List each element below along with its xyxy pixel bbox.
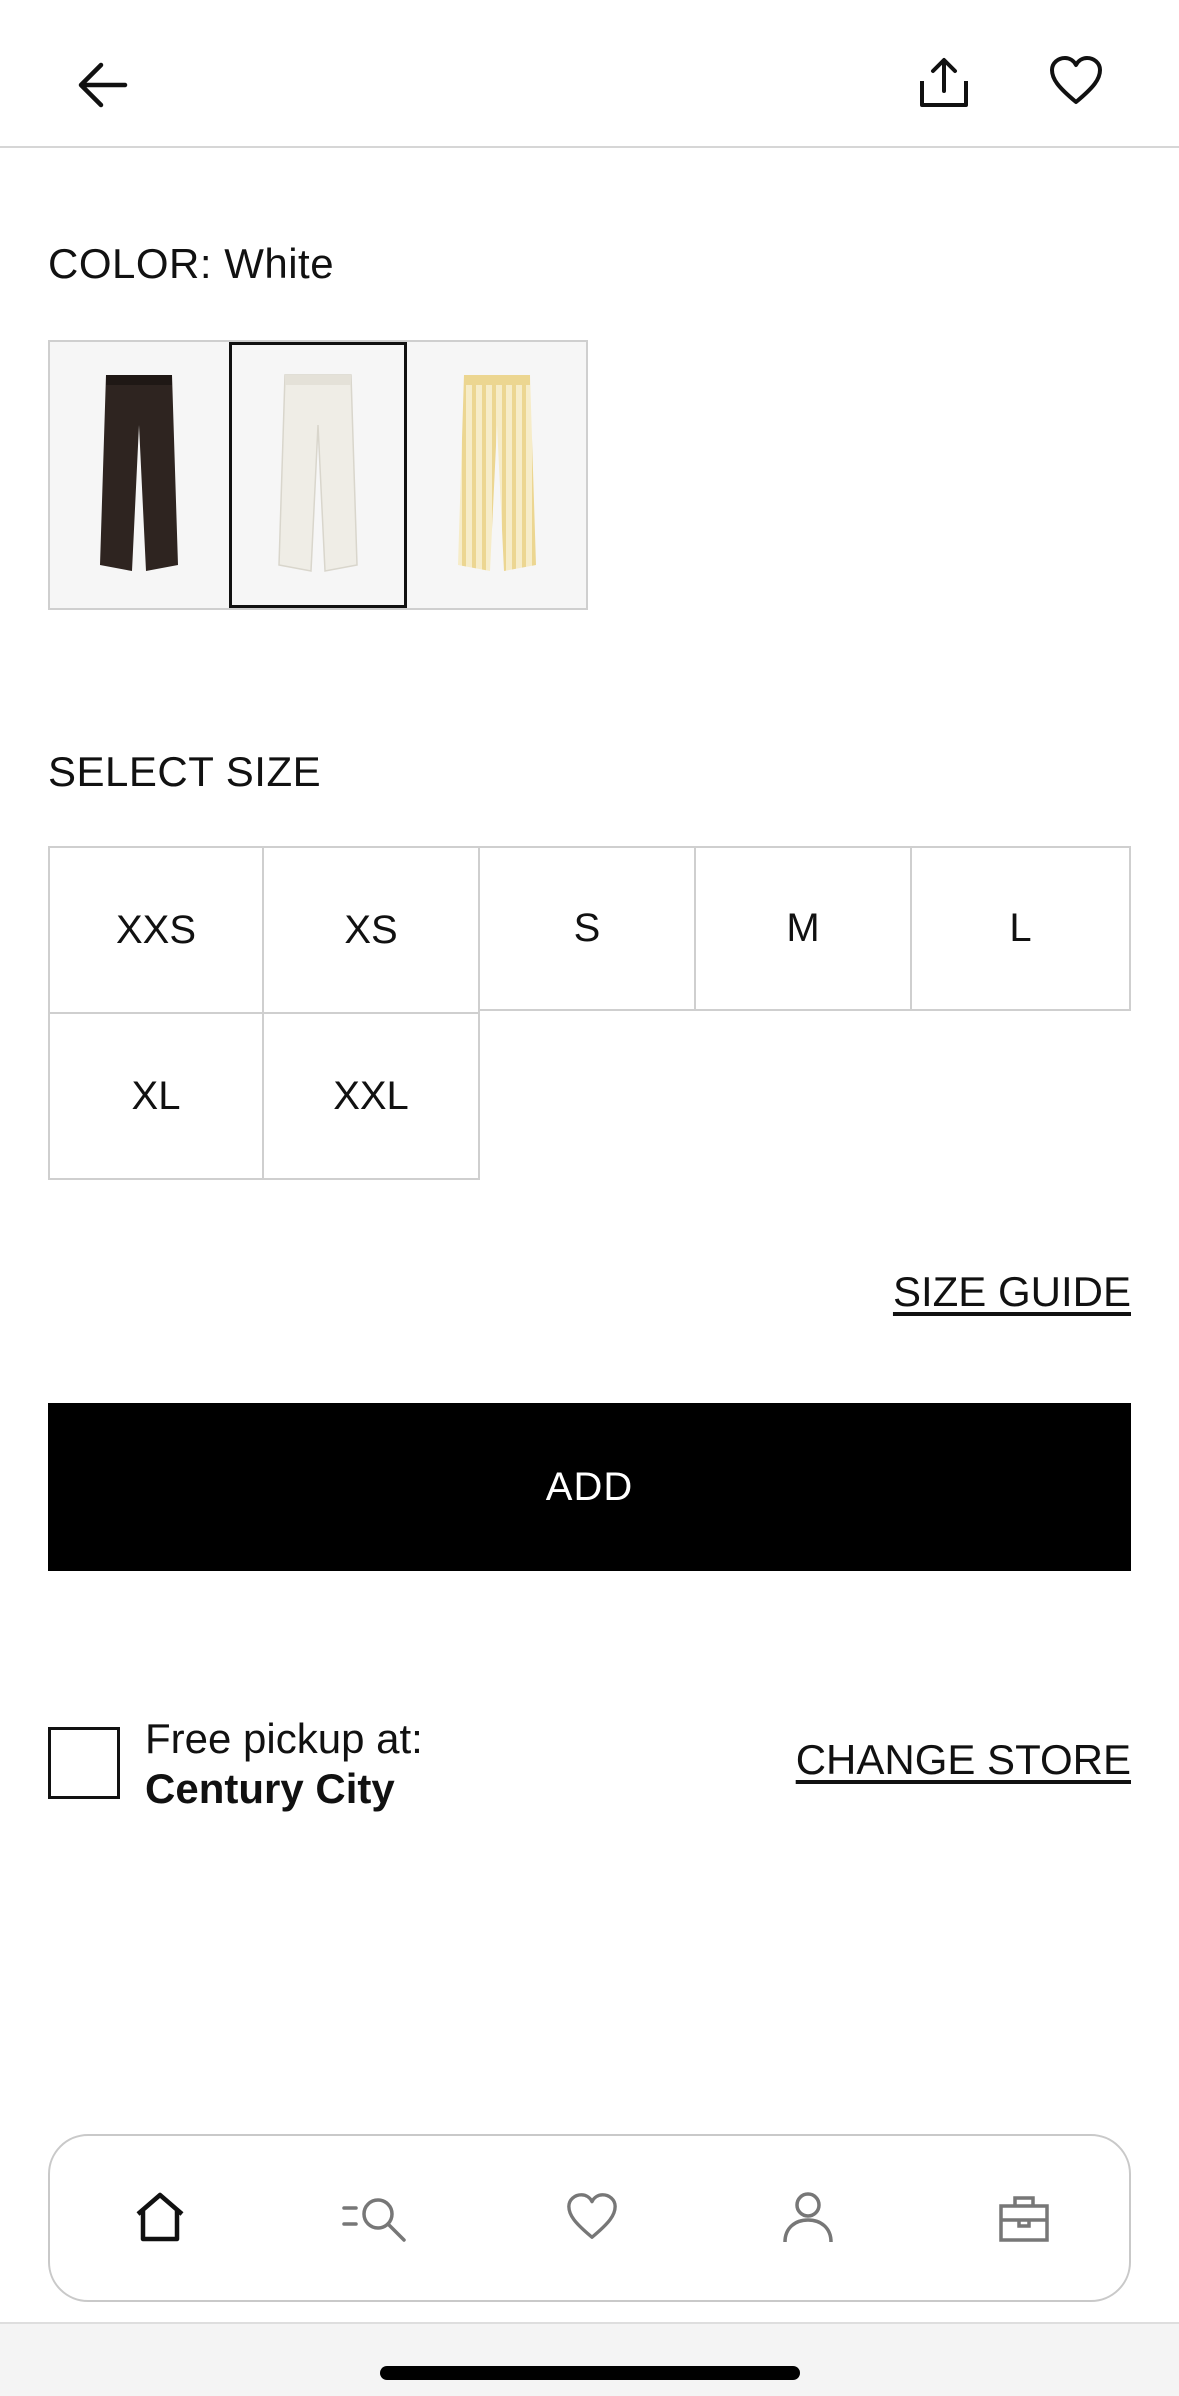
change-store-link[interactable]: CHANGE STORE [796,1736,1131,1784]
pants-brown-image [100,375,179,571]
pants-yellow-image [457,375,536,571]
bottom-navigation [48,2134,1131,2302]
favorite-button[interactable] [1041,48,1111,118]
bag-icon [997,2190,1051,2249]
swatch-brown[interactable] [50,342,229,608]
share-icon [916,55,972,116]
size-option[interactable]: XXL [262,1012,480,1180]
heart-icon [1048,53,1104,114]
pickup-label: Free pickup at: [145,1715,423,1762]
share-button[interactable] [909,50,979,120]
size-guide-link[interactable]: SIZE GUIDE [893,1268,1131,1316]
size-option[interactable]: XL [48,1012,264,1180]
top-bar [0,0,1179,148]
size-option[interactable]: S [478,846,696,1011]
select-size-label: SELECT SIZE [48,748,322,795]
pants-white-image [278,374,358,572]
nav-home[interactable] [117,2176,203,2262]
pickup-text: Free pickup at: Century City [145,1714,423,1814]
size-option[interactable]: XXS [48,846,264,1014]
home-icon [133,2190,187,2249]
size-option[interactable]: XS [262,846,480,1014]
size-option[interactable]: L [910,846,1131,1011]
nav-bag[interactable] [981,2176,1067,2262]
add-button[interactable]: ADD [48,1403,1131,1571]
color-label: COLOR: White [48,240,335,287]
size-option[interactable]: M [694,846,912,1011]
heart-icon [565,2190,619,2249]
color-swatches [48,340,588,610]
back-button[interactable] [68,52,138,122]
home-indicator-area [0,2322,1179,2396]
nav-favorites[interactable] [549,2176,635,2262]
swatch-yellow[interactable] [407,342,587,608]
swatch-white[interactable] [228,342,408,608]
pickup-checkbox[interactable] [48,1727,120,1799]
nav-search[interactable] [334,2176,420,2262]
pickup-store-name: Century City [145,1765,395,1812]
search-icon [342,2190,412,2249]
account-icon [781,2190,835,2249]
nav-account[interactable] [765,2176,851,2262]
size-grid: XXS XS S M L XL XXL [48,846,1131,1180]
arrow-left-icon [75,57,131,118]
home-indicator[interactable] [380,2366,800,2380]
